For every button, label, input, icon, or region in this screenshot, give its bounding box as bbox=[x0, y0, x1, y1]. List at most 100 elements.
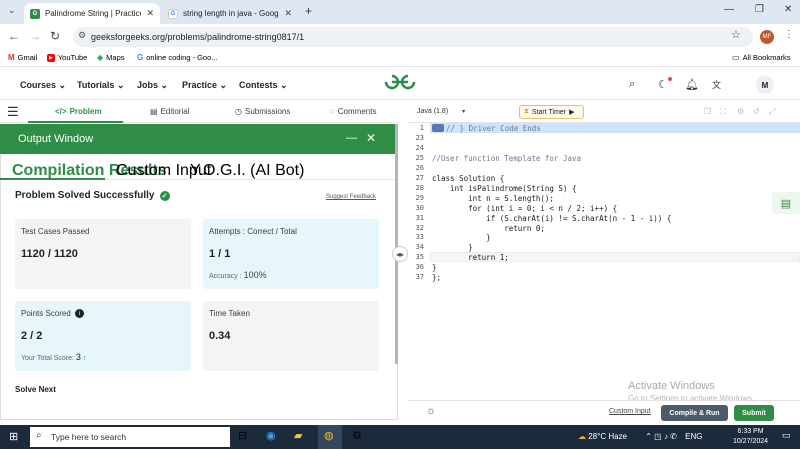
copy-icon[interactable]: ❐ bbox=[704, 107, 711, 116]
code-line[interactable]: } bbox=[432, 243, 473, 252]
language-indicator[interactable]: ENG bbox=[685, 432, 702, 441]
new-tab-button[interactable]: + bbox=[305, 4, 312, 18]
nav-tutorials[interactable]: Tutorials ⌄ bbox=[77, 80, 124, 91]
site-info-icon[interactable]: ⚙ bbox=[78, 30, 86, 41]
close-icon[interactable]: ✕ bbox=[146, 8, 154, 19]
bell-icon[interactable]: 🔔︎ bbox=[685, 78, 699, 91]
line-number: 25 bbox=[415, 153, 424, 162]
code-line[interactable]: // } Driver Code Ends bbox=[446, 124, 541, 133]
close-icon[interactable]: ✕ bbox=[284, 8, 292, 19]
code-line[interactable]: for (int i = 0; i < n / 2; i++) { bbox=[432, 204, 617, 213]
all-bookmarks-label: All Bookmarks bbox=[742, 53, 791, 62]
browser-tab-google[interactable]: G string length in java - Google S ✕ bbox=[162, 3, 298, 24]
file-explorer-icon[interactable]: ▰ bbox=[294, 429, 302, 442]
close-panel-icon[interactable]: ✕ bbox=[366, 131, 376, 145]
tab-comments[interactable]: ◌ Comments bbox=[330, 107, 376, 116]
settings-gear-icon[interactable]: ⚙ bbox=[352, 429, 362, 442]
url-bar[interactable]: geeksforgeeks.org/problems/palindrome-st… bbox=[73, 27, 753, 47]
tab-problem[interactable]: </> Problem bbox=[55, 107, 102, 116]
language-select[interactable]: Java (1.8) ▾ bbox=[413, 104, 469, 119]
expand-icon[interactable]: ⤢ bbox=[769, 107, 775, 117]
left-panel-scrollbar[interactable] bbox=[395, 124, 398, 364]
hint-bulb-icon[interactable]: ☼ bbox=[426, 405, 436, 417]
total-score-row: Your Total Score: 3 ↑ bbox=[21, 352, 86, 362]
output-window-header: Output Window bbox=[0, 124, 398, 154]
minimize-icon[interactable]: — bbox=[724, 4, 734, 15]
tab-label: Editorial bbox=[160, 107, 190, 116]
browser-tab-palindrome[interactable]: G Palindrome String | Practice | G ✕ bbox=[24, 3, 160, 24]
code-line[interactable]: return 0; bbox=[432, 224, 545, 233]
minimize-panel-icon[interactable]: — bbox=[346, 132, 357, 144]
bookmark-online-coding[interactable]: G online coding - Goo... bbox=[137, 53, 218, 62]
line-number: 32 bbox=[415, 223, 424, 232]
taskbar-search-box[interactable]: Type here to search bbox=[30, 427, 230, 447]
notifications-icon[interactable]: ▭ bbox=[782, 430, 791, 441]
tab-search-icon[interactable]: ⌄ bbox=[8, 5, 16, 16]
panel-resize-handle-icon[interactable]: ◂▸ bbox=[392, 246, 408, 262]
tab-submissions[interactable]: ◷ Submissions bbox=[235, 107, 290, 116]
suggest-feedback-link[interactable]: Suggest Feedback bbox=[326, 194, 376, 200]
dark-mode-icon[interactable]: ☾ bbox=[658, 78, 668, 91]
start-timer-button[interactable]: ⧗ Start Timer ▶ bbox=[519, 105, 584, 119]
settings-icon[interactable]: ⚙ bbox=[737, 107, 744, 116]
line-number: 26 bbox=[415, 163, 424, 172]
maps-icon: ◆ bbox=[97, 53, 104, 62]
nav-contests[interactable]: Contests ⌄ bbox=[239, 80, 288, 91]
chrome-icon[interactable]: ◍ bbox=[324, 429, 334, 442]
code-line[interactable]: return 1; bbox=[432, 253, 509, 262]
user-avatar[interactable]: M bbox=[756, 76, 774, 94]
nav-practice[interactable]: Practice ⌄ bbox=[182, 80, 227, 91]
taskbar-clock[interactable]: 6:33 PM 10/27/2024 bbox=[733, 427, 768, 447]
gfg-logo-icon[interactable] bbox=[382, 74, 418, 95]
compile-run-button[interactable]: Compile & Run bbox=[661, 405, 728, 421]
edge-icon[interactable]: ◉ bbox=[266, 429, 276, 442]
accuracy-row: Accuracy : 100% bbox=[209, 270, 267, 280]
submit-button[interactable]: Submit bbox=[734, 405, 774, 421]
bookmark-maps[interactable]: ◆ Maps bbox=[97, 53, 125, 62]
code-line[interactable]: } bbox=[432, 233, 491, 242]
tab-editorial[interactable]: ▤ Editorial bbox=[150, 107, 189, 116]
back-icon[interactable]: ← bbox=[8, 29, 20, 43]
nav-courses[interactable]: Courses ⌄ bbox=[20, 80, 66, 91]
bookmark-star-icon[interactable]: ☆ bbox=[731, 28, 741, 41]
play-icon: ▶ bbox=[569, 109, 575, 116]
notification-dot bbox=[668, 77, 672, 81]
translate-icon[interactable]: 文 bbox=[712, 78, 721, 91]
reload-icon[interactable]: ↻ bbox=[50, 29, 60, 43]
task-view-icon[interactable]: ⊟ bbox=[238, 429, 247, 442]
forward-icon[interactable]: → bbox=[29, 29, 41, 43]
line-number: 30 bbox=[415, 203, 424, 212]
code-line[interactable]: int n = S.length(); bbox=[432, 194, 554, 203]
reset-icon[interactable]: ↺ bbox=[753, 107, 760, 116]
bookmark-label: Maps bbox=[106, 53, 125, 62]
fold-marker-icon[interactable] bbox=[432, 124, 444, 132]
profile-avatar[interactable]: MF bbox=[760, 30, 774, 44]
nav-jobs[interactable]: Jobs ⌄ bbox=[137, 80, 168, 91]
hamburger-menu-icon[interactable]: ☰ bbox=[7, 104, 19, 120]
code-line[interactable]: if (S.charAt(i) != S.charAt(n - 1 - i)) … bbox=[432, 214, 671, 223]
maximize-icon[interactable]: ❐ bbox=[755, 4, 764, 15]
code-line[interactable]: class Solution { bbox=[432, 174, 504, 183]
nav-label: Tutorials bbox=[77, 80, 115, 90]
windows-start-icon[interactable]: ⊞ bbox=[9, 430, 18, 443]
tray-icons[interactable]: ⌃ ◳ ♪ ✆ bbox=[645, 432, 677, 441]
line-number: 33 bbox=[415, 233, 424, 242]
close-window-icon[interactable]: ✕ bbox=[784, 4, 792, 15]
search-icon[interactable]: ⌕ bbox=[629, 78, 635, 91]
custom-input-link[interactable]: Custom Input bbox=[609, 408, 651, 415]
menu-kebab-icon[interactable]: ⋮ bbox=[784, 29, 794, 40]
points-label-row: Points Scored i bbox=[21, 309, 84, 318]
code-line[interactable]: } bbox=[432, 263, 437, 272]
all-bookmarks[interactable]: ▭ All Bookmarks bbox=[732, 53, 791, 62]
bookmark-gmail[interactable]: M Gmail bbox=[8, 53, 37, 62]
tab-yogi-ai-bot[interactable]: Y.O.G.I. (AI Bot) bbox=[190, 162, 304, 180]
youtube-icon: ▶ bbox=[47, 53, 55, 62]
code-line[interactable]: int isPalindrome(String S) { bbox=[432, 184, 576, 193]
info-icon[interactable]: i bbox=[74, 309, 84, 318]
fullscreen-icon[interactable]: ⛶ bbox=[720, 107, 726, 117]
weather-icon: ☁ bbox=[578, 432, 586, 441]
code-line[interactable]: }; bbox=[432, 273, 441, 282]
bookmark-youtube[interactable]: ▶ YouTube bbox=[47, 53, 87, 62]
code-line[interactable]: //User function Template for Java bbox=[432, 154, 581, 163]
chat-icon[interactable]: ▤ bbox=[772, 192, 800, 214]
